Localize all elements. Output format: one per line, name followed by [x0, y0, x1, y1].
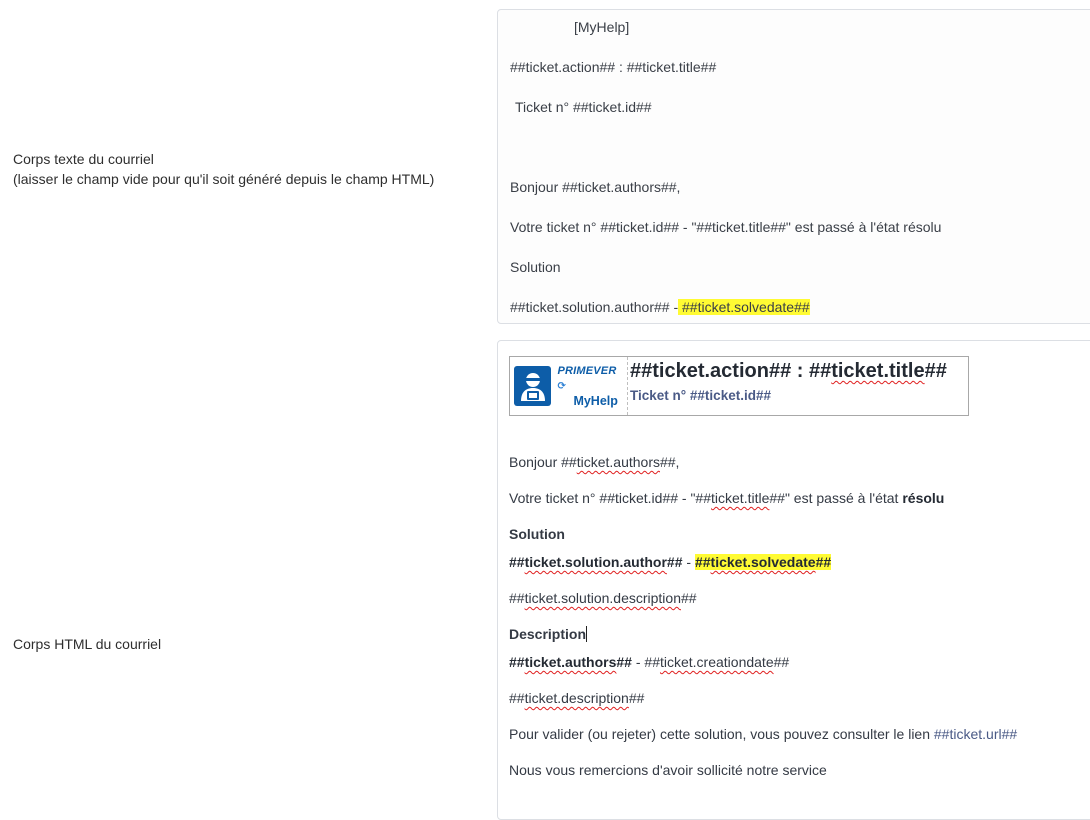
logo-brand: PRIMEVER ⟳ [557, 364, 617, 392]
email-header-table: PRIMEVER ⟳ MyHelp ##ticket.action## : ##… [509, 356, 969, 416]
html-solution-description-line: ##ticket.solution.description## [509, 590, 697, 606]
myhelp-logo-icon [514, 366, 552, 406]
html-description-line: ##ticket.description## [509, 690, 645, 706]
text-solution-author-line: ##ticket.solution.author## - ##ticket.so… [510, 299, 810, 315]
html-authors-line: ##ticket.authors## - ##ticket.creationda… [509, 654, 790, 670]
text-body-label-hint: (laisser le champ vide pour qu'il soit g… [13, 171, 435, 187]
email-title: ##ticket.action## : ##ticket.title## [630, 360, 947, 382]
text-body-label: Corps texte du courriel (laisser le cham… [13, 149, 434, 189]
logo-product: MyHelp [573, 393, 618, 408]
html-body-editor[interactable]: PRIMEVER ⟳ MyHelp ##ticket.action## : ##… [497, 340, 1090, 820]
html-solvedate-highlight: ##ticket.solvedate## [694, 554, 832, 570]
html-solution-author-line: ##ticket.solution.author## - ##ticket.so… [509, 554, 832, 570]
logo-wordmark: PRIMEVER ⟳ MyHelp [557, 364, 627, 409]
text-body-label-title: Corps texte du courriel [13, 151, 154, 167]
text-body-textarea[interactable]: [MyHelp] ##ticket.action## : ##ticket.ti… [497, 9, 1090, 324]
text-solvedate-highlight: ##ticket.solvedate## [678, 299, 810, 315]
text-ticket-number-line: Ticket n° ##ticket.id## [515, 99, 652, 115]
html-greeting-line: Bonjour ##ticket.authors##, [509, 454, 680, 470]
html-description-heading: Description [509, 626, 588, 642]
html-thanks-line: Nous vous remercions d'avoir sollicité n… [509, 762, 827, 778]
html-body-label: Corps HTML du courriel [13, 636, 162, 652]
html-solution-heading: Solution [509, 526, 565, 542]
text-cursor [586, 626, 588, 642]
title-cell: ##ticket.action## : ##ticket.title## Tic… [628, 357, 947, 415]
html-validate-line: Pour valider (ou rejeter) cette solution… [509, 726, 1018, 742]
text-myhelp-line: [MyHelp] [574, 19, 630, 35]
text-action-title-line: ##ticket.action## : ##ticket.title## [510, 59, 717, 75]
text-solution-author: ##ticket.solution.author## - [510, 299, 679, 315]
html-status-line: Votre ticket n° ##ticket.id## - "##ticke… [509, 490, 945, 506]
ticket-url-placeholder: ##ticket.url## [933, 726, 1018, 742]
logo-cell: PRIMEVER ⟳ MyHelp [510, 357, 628, 415]
email-subtitle: Ticket n° ##ticket.id## [630, 388, 771, 403]
text-solution-line: Solution [510, 259, 561, 275]
text-greeting-line: Bonjour ##ticket.authors##, [510, 179, 681, 195]
text-status-line: Votre ticket n° ##ticket.id## - "##ticke… [510, 219, 942, 235]
